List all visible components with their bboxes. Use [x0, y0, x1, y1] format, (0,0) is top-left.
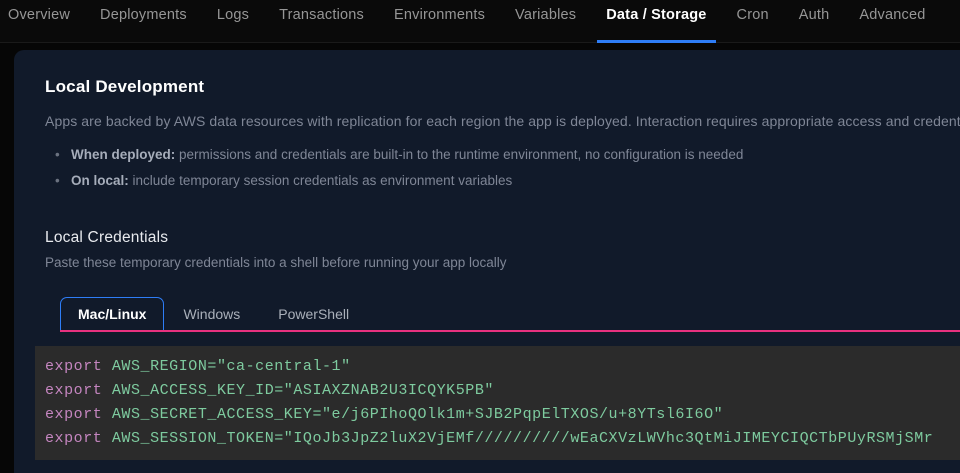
bullet-label: On local: [71, 173, 129, 188]
info-list: When deployed: permissions and credentia… [45, 142, 960, 194]
code-line: export AWS_REGION="ca-central-1" [45, 355, 960, 379]
list-item: On local: include temporary session cred… [45, 168, 960, 194]
code-value: AWS_REGION="ca-central-1" [112, 358, 351, 375]
tab-mac-linux[interactable]: Mac/Linux [60, 297, 164, 330]
code-keyword: export [45, 406, 102, 423]
bullet-text: permissions and credentials are built-in… [179, 147, 743, 162]
tab-windows[interactable]: Windows [164, 298, 259, 330]
tab-powershell[interactable]: PowerShell [259, 298, 368, 330]
code-keyword: export [45, 358, 102, 375]
code-value: AWS_SECRET_ACCESS_KEY="e/j6PIhoQOlk1m+SJ… [112, 406, 723, 423]
code-value: AWS_SESSION_TOKEN="IQoJb3JpZ2luX2VjEMf//… [112, 430, 933, 447]
nav-item-data-storage[interactable]: Data / Storage [606, 0, 706, 43]
nav-item-cron[interactable]: Cron [737, 0, 769, 43]
code-line: export AWS_SECRET_ACCESS_KEY="e/j6PIhoQO… [45, 403, 960, 427]
nav-item-variables[interactable]: Variables [515, 0, 576, 43]
code-keyword: export [45, 382, 102, 399]
list-item: When deployed: permissions and credentia… [45, 142, 960, 168]
nav-item-transactions[interactable]: Transactions [279, 0, 364, 43]
nav-item-logs[interactable]: Logs [217, 0, 249, 43]
top-nav: Overview Deployments Logs Transactions E… [0, 0, 960, 43]
credentials-code-block: export AWS_REGION="ca-central-1" export … [35, 346, 960, 460]
bullet-label: When deployed: [71, 147, 175, 162]
code-value: AWS_ACCESS_KEY_ID="ASIAXZNAB2U3ICQYK5PB" [112, 382, 494, 399]
page-title: Local Development [45, 77, 960, 97]
credentials-subtitle: Paste these temporary credentials into a… [45, 255, 960, 270]
bullet-text: include temporary session credentials as… [133, 173, 513, 188]
code-line: export AWS_ACCESS_KEY_ID="ASIAXZNAB2U3IC… [45, 379, 960, 403]
platform-tabbar: Mac/Linux Windows PowerShell [60, 297, 960, 332]
page-description: Apps are backed by AWS data resources wi… [45, 113, 960, 129]
nav-item-advanced[interactable]: Advanced [859, 0, 925, 43]
nav-item-auth[interactable]: Auth [799, 0, 830, 43]
content-panel: Local Development Apps are backed by AWS… [14, 50, 960, 473]
credentials-title: Local Credentials [45, 229, 960, 247]
nav-item-environments[interactable]: Environments [394, 0, 485, 43]
code-keyword: export [45, 430, 102, 447]
nav-item-deployments[interactable]: Deployments [100, 0, 187, 43]
code-line: export AWS_SESSION_TOKEN="IQoJb3JpZ2luX2… [45, 427, 960, 451]
nav-item-overview[interactable]: Overview [8, 0, 70, 43]
